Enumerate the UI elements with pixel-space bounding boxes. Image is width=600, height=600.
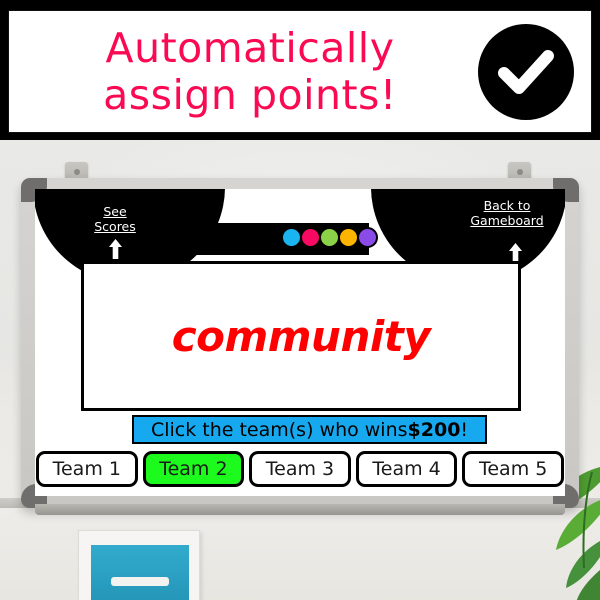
answer-word: community (171, 311, 431, 361)
team-button-3[interactable]: Team 3 (249, 451, 351, 487)
see-scores-line2: Scores (94, 218, 136, 234)
whiteboard-frame: $200 See Scores (21, 178, 579, 515)
answer-box: community (81, 261, 521, 411)
dot-green (319, 227, 340, 248)
back-to-gameboard-label: Back to Gameboard (455, 198, 559, 228)
dot-orange (338, 227, 359, 248)
game-slide: $200 See Scores (35, 189, 565, 496)
see-scores-line1: See (103, 204, 127, 219)
header-title-line2: assign points! (103, 70, 397, 119)
team-button-1[interactable]: Team 1 (36, 451, 138, 487)
header-title: Automatically assign points! (9, 25, 461, 118)
back-to-gameboard-line1: Back to (483, 198, 531, 213)
checkmark-circle-icon (478, 23, 574, 120)
marker-tray (35, 504, 565, 515)
instruction-prefix: Click the team(s) who wins (150, 418, 408, 441)
instruction-banner: Click the team(s) who wins $200! (132, 415, 487, 444)
team-button-4[interactable]: Team 4 (355, 451, 458, 487)
screenshot-root: Automatically assign points! See Scores … (0, 0, 600, 600)
classroom-photo-background: $200 See Scores (0, 140, 600, 600)
see-scores-label: See Scores (69, 204, 161, 234)
shelf-cubby (78, 530, 200, 600)
header-title-line1: Automatically (105, 24, 395, 73)
team-color-dots (281, 227, 378, 248)
team-button-2[interactable]: Team 2 (142, 451, 245, 487)
instruction-suffix: ! (460, 418, 469, 441)
whiteboard-surface: $200 See Scores (35, 189, 565, 496)
dot-pink (300, 227, 321, 248)
header-icon-wrap (461, 23, 591, 120)
arrow-up-icon (109, 239, 122, 259)
header-banner: Automatically assign points! (8, 10, 592, 133)
instruction-amount: $200 (407, 418, 461, 441)
dot-purple (357, 227, 378, 248)
back-to-gameboard-line2: Gameboard (470, 212, 544, 228)
dot-blue (281, 227, 302, 248)
teal-storage-bin (91, 545, 189, 600)
arrow-up-icon (509, 243, 522, 263)
team-button-row: Team 1 Team 2 Team 3 Team 4 Team 5 (36, 451, 564, 487)
team-button-5[interactable]: Team 5 (462, 451, 564, 487)
bin-handle (111, 577, 169, 586)
